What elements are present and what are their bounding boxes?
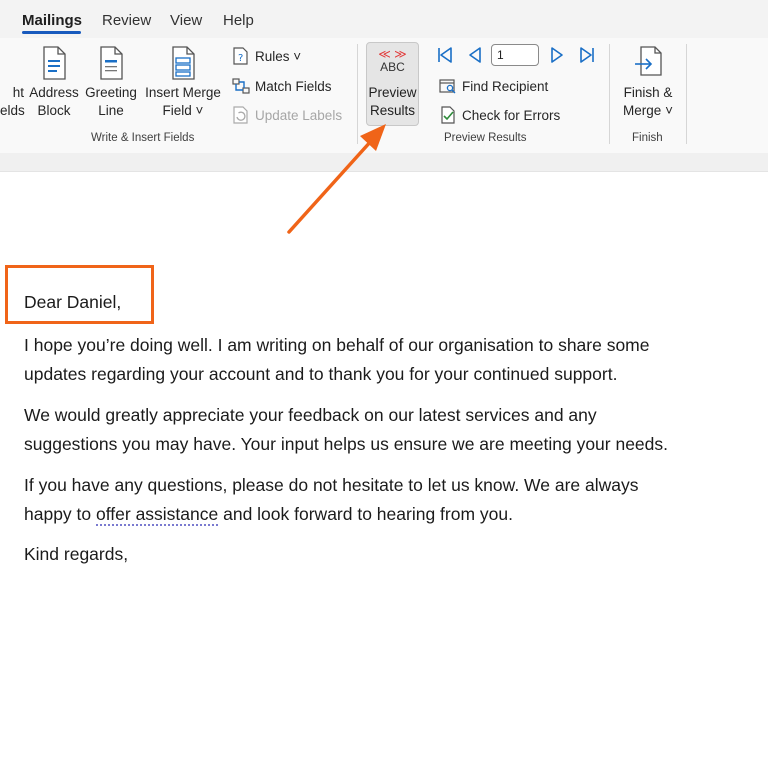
next-record-icon[interactable] — [548, 46, 566, 64]
preview-results-label-1: Preview — [368, 85, 417, 100]
paragraph-3-line-2: happy to offer assistance and look forwa… — [24, 500, 744, 529]
greeting-line-button[interactable]: Greeting Line — [83, 46, 139, 120]
check-errors-icon — [441, 106, 455, 124]
partial-fields-button[interactable]: ht elds — [0, 84, 25, 120]
rules-button[interactable]: ? Rules ˅ — [232, 45, 301, 67]
ribbon-tab-bar: Mailings Review View Help — [0, 0, 768, 38]
insert-merge-field-button[interactable]: Insert Merge Field ˅ — [142, 46, 224, 120]
preview-results-label-2: Results — [369, 103, 415, 118]
preview-results-button[interactable]: ≪ ≫ ABC Preview Results — [366, 42, 419, 126]
abc-label: ABC — [380, 60, 405, 74]
active-tab-indicator — [22, 31, 81, 34]
rules-icon: ? — [233, 47, 248, 65]
tab-help[interactable]: Help — [223, 12, 254, 29]
greeting-line-label-1: Greeting — [85, 85, 137, 100]
find-recipient-button[interactable]: Find Recipient — [439, 75, 548, 97]
svg-text:?: ? — [238, 53, 243, 64]
match-fields-label: Match Fields — [255, 78, 332, 94]
ribbon-separator — [686, 44, 687, 144]
tab-review[interactable]: Review — [102, 12, 151, 29]
preview-results-group-label: Preview Results — [444, 132, 527, 144]
greeting-highlight-box — [5, 265, 154, 324]
rules-label: Rules ˅ — [255, 48, 302, 64]
partial-label-bottom: elds — [0, 103, 25, 118]
ribbon-separator — [357, 44, 358, 144]
address-block-icon — [43, 46, 66, 80]
closing-text: Kind regards, — [24, 544, 129, 564]
find-recipient-label: Find Recipient — [462, 78, 549, 94]
write-insert-group-label: Write & Insert Fields — [91, 132, 195, 144]
finish-merge-label-1: Finish & — [623, 85, 673, 100]
finish-group-label: Finish — [632, 132, 663, 144]
address-block-button[interactable]: Address Block — [27, 46, 81, 120]
address-block-label-2: Block — [37, 103, 71, 118]
check-for-errors-button[interactable]: Check for Errors — [439, 104, 560, 126]
finish-merge-label-2: Merge ˅ — [623, 103, 673, 118]
paragraph-3-text-before: happy to — [24, 504, 96, 524]
insert-merge-field-label-2: Field ˅ — [162, 103, 204, 118]
ribbon-lower-bar — [0, 153, 768, 172]
paragraph-3-text-after: and look forward to hearing from you. — [218, 504, 513, 524]
paragraph-1-line-1: I hope you’re doing well. I am writing o… — [24, 335, 650, 355]
record-number-input[interactable]: 1 — [491, 44, 539, 66]
update-labels-button[interactable]: Update Labels — [232, 104, 342, 126]
partial-label-top: ht — [12, 85, 24, 100]
update-labels-icon — [233, 106, 248, 124]
tab-view[interactable]: View — [170, 12, 202, 29]
check-errors-label: Check for Errors — [462, 107, 561, 123]
greeting-line-icon — [100, 46, 123, 80]
paragraph-3: If you have any questions, please do not… — [24, 471, 744, 529]
paragraph-2-line-2: suggestions you may have. Your input hel… — [24, 434, 669, 454]
paragraph-2: We would greatly appreciate your feedbac… — [24, 401, 744, 459]
paragraph-2-line-1: We would greatly appreciate your feedbac… — [24, 405, 597, 425]
finish-merge-button[interactable]: Finish & Merge ˅ — [618, 46, 678, 120]
address-block-label-1: Address — [29, 85, 79, 100]
spelling-suggestion-text[interactable]: offer assistance — [96, 504, 219, 526]
greeting-line-label-2: Line — [98, 103, 124, 118]
preview-arrows-icon: ≪ ≫ — [378, 47, 407, 61]
match-fields-icon — [232, 78, 250, 94]
first-record-icon[interactable] — [436, 46, 454, 64]
insert-merge-field-icon — [172, 46, 195, 80]
tab-mailings[interactable]: Mailings — [22, 12, 82, 29]
finish-merge-icon — [635, 46, 662, 76]
insert-merge-field-label-1: Insert Merge — [145, 85, 221, 100]
last-record-icon[interactable] — [578, 46, 596, 64]
ribbon-separator — [609, 44, 610, 144]
update-labels-label: Update Labels — [255, 107, 343, 123]
paragraph-1: I hope you’re doing well. I am writing o… — [24, 331, 744, 389]
paragraph-1-line-2: updates regarding your account and to th… — [24, 364, 618, 384]
paragraph-3-line-1: If you have any questions, please do not… — [24, 475, 639, 495]
match-fields-button[interactable]: Match Fields — [232, 75, 332, 97]
find-recipient-icon — [439, 79, 456, 94]
previous-record-icon[interactable] — [466, 46, 484, 64]
